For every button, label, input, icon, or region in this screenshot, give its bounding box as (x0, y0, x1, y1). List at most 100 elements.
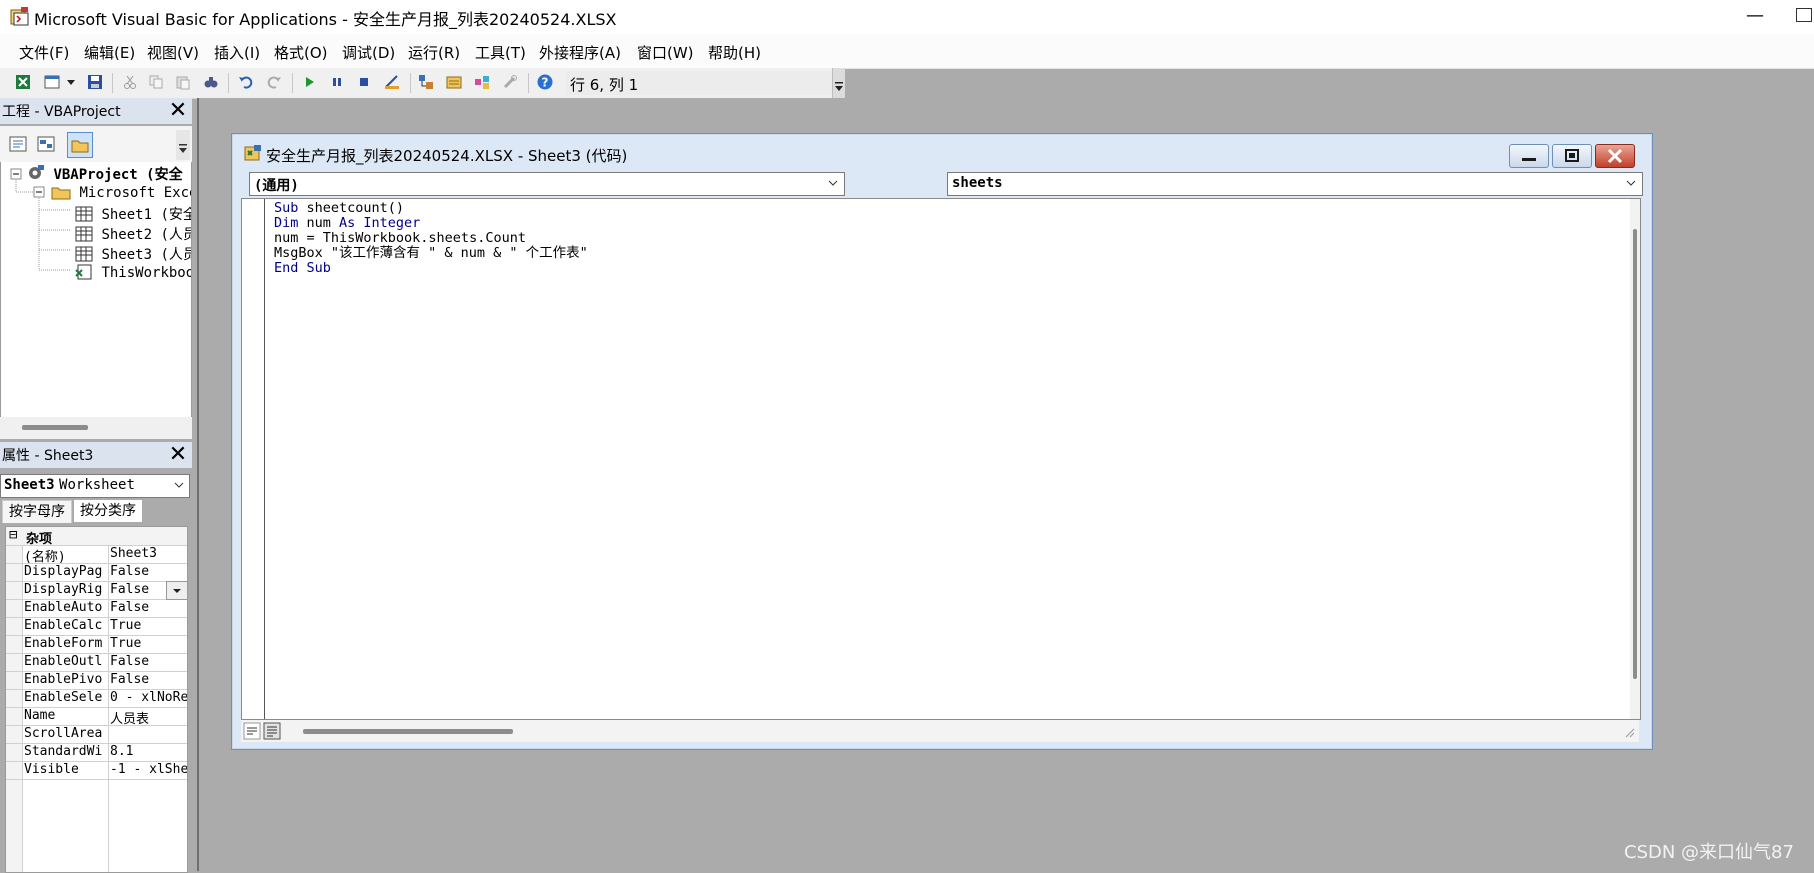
cursor-position: 行 6, 列 1 (570, 76, 639, 94)
property-row[interactable]: EnableAuto False (6, 599, 187, 618)
code-window-close-button[interactable] (1595, 144, 1635, 168)
resize-grip-icon[interactable] (1621, 724, 1635, 738)
procedure-combo[interactable]: sheets (947, 172, 1643, 196)
svg-text:?: ? (542, 76, 549, 90)
code-window-restore-button[interactable] (1552, 144, 1592, 168)
toolbox-icon[interactable] (502, 74, 518, 90)
object-combo[interactable]: (通用) (249, 172, 845, 196)
folder-icon (51, 187, 71, 200)
menu-format[interactable]: 格式(O) (274, 42, 328, 63)
code-line[interactable]: Dim num As Integer (274, 216, 588, 231)
maximize-button[interactable] (1796, 8, 1812, 22)
menu-file[interactable]: 文件(F) (19, 42, 69, 63)
collapse-icon[interactable]: ⊟ (9, 527, 17, 543)
property-row[interactable]: DisplayRig False (6, 581, 187, 600)
property-row[interactable]: ScrollArea (6, 725, 187, 744)
property-row[interactable]: DisplayPag False (6, 563, 187, 582)
minimize-icon (1522, 158, 1536, 161)
menu-insert[interactable]: 插入(I) (214, 42, 260, 63)
property-row[interactable]: StandardWi 8.1 (6, 743, 187, 762)
excel-icon[interactable] (15, 74, 31, 90)
property-row[interactable]: EnableSele 0 - xlNoRe (6, 689, 187, 708)
code-editor[interactable]: Sub sheetcount() Dim num As Integer num = … (241, 198, 1641, 720)
property-row[interactable]: EnableForm True (6, 635, 187, 654)
scroll-thumb[interactable] (22, 425, 88, 430)
find-icon[interactable] (203, 74, 219, 90)
menu-view[interactable]: 视图(V) (147, 42, 199, 63)
run-icon[interactable] (301, 74, 317, 90)
code-line[interactable]: MsgBox "该工作薄含有 " & num & " 个工作表" (274, 246, 588, 261)
property-row[interactable]: EnableCalc True (6, 617, 187, 636)
menu-debug[interactable]: 调试(D) (342, 42, 395, 63)
redo-icon[interactable] (266, 74, 282, 90)
tree-item-label: Microsoft Exce (79, 185, 192, 201)
help-icon[interactable]: ? (537, 74, 553, 90)
undo-icon[interactable] (238, 74, 254, 90)
full-module-view-icon[interactable] (263, 722, 281, 740)
insert-module-icon[interactable] (44, 74, 60, 90)
stop-icon[interactable] (356, 74, 372, 90)
properties-panel-title: 属性 - Sheet3 (2, 448, 94, 464)
menu-help[interactable]: 帮助(H) (708, 42, 761, 63)
scroll-thumb[interactable] (1633, 229, 1637, 679)
code-vertical-scrollbar[interactable] (1630, 199, 1640, 719)
worksheet-icon (75, 226, 93, 242)
property-dropdown-button[interactable] (166, 581, 187, 600)
toggle-folders-icon[interactable] (67, 132, 93, 158)
code-line[interactable]: Sub sheetcount() (274, 201, 588, 216)
code-token: num (298, 215, 340, 231)
properties-panel-close-icon[interactable]: ✕ (166, 443, 190, 467)
minimize-button[interactable]: — (1740, 4, 1770, 28)
menu-tools[interactable]: 工具(T) (475, 42, 526, 63)
procedure-view-icon[interactable] (243, 722, 261, 740)
toolbar-grip[interactable] (832, 68, 845, 98)
tree-item-sheet1[interactable]: Sheet1 (安全 (75, 204, 191, 224)
property-row[interactable]: EnableOutl False (6, 653, 187, 672)
code-horizontal-scroll-thumb[interactable] (303, 729, 513, 734)
tree-item-thisworkbook[interactable]: ThisWorkbook (75, 264, 191, 281)
view-code-icon[interactable] (6, 132, 30, 156)
design-mode-icon[interactable] (384, 74, 400, 90)
tree-item-sheet2[interactable]: Sheet2 (人员 (75, 224, 191, 244)
project-explorer-icon[interactable] (418, 74, 434, 90)
project-scroll-arrow-icon[interactable] (176, 130, 190, 160)
code-text[interactable]: Sub sheetcount() Dim num As Integer num = … (274, 201, 588, 276)
menu-run[interactable]: 运行(R) (408, 42, 460, 63)
tab-categorized[interactable]: 按分类序 (74, 500, 142, 522)
code-line[interactable]: num = ThisWorkbook.sheets.Count (274, 231, 588, 246)
cut-icon[interactable] (122, 74, 138, 90)
paste-icon[interactable] (175, 74, 191, 90)
tree-item-label: VBAProject (安全 (53, 167, 183, 183)
tree-item-vbaproject[interactable]: VBAProject (安全 (27, 164, 183, 184)
menu-addins[interactable]: 外接程序(A) (539, 42, 621, 63)
tab-alphabetic[interactable]: 按字母序 (2, 500, 72, 523)
title-bar: Microsoft Visual Basic for Applications … (0, 0, 1814, 34)
object-browser-icon[interactable] (474, 74, 490, 90)
save-icon[interactable] (87, 74, 103, 90)
tree-item-sheet3[interactable]: Sheet3 (人员 (75, 244, 191, 264)
restore-icon (1565, 149, 1579, 162)
watermark: CSDN @来口仙气87 (1624, 842, 1794, 863)
pause-icon[interactable] (329, 74, 345, 90)
code-line[interactable]: End Sub (274, 261, 588, 276)
tree-item-excel-objects[interactable]: Microsoft Exce (51, 184, 192, 201)
project-panel-close-icon[interactable]: ✕ (166, 99, 190, 123)
code-window-titlebar[interactable]: 安全生产月报_列表20240524.XLSX - Sheet3 (代码) (232, 134, 1652, 168)
code-window-minimize-button[interactable] (1509, 144, 1549, 168)
project-horizontal-scrollbar[interactable] (0, 417, 192, 439)
dropdown-icon[interactable] (66, 74, 76, 90)
property-row[interactable]: (名称) Sheet3 (6, 545, 187, 565)
project-toolbar (0, 126, 192, 162)
menu-edit[interactable]: 编辑(E) (84, 42, 135, 63)
code-margin[interactable] (242, 199, 265, 719)
property-row[interactable]: Visible -1 - xlShe (6, 761, 187, 780)
view-object-icon[interactable] (34, 132, 58, 156)
workbook-icon (75, 264, 92, 280)
property-row[interactable]: EnablePivo False (6, 671, 187, 690)
copy-icon[interactable] (148, 74, 164, 90)
properties-icon[interactable] (446, 74, 462, 90)
object-selector[interactable]: Sheet3 Worksheet (0, 474, 190, 498)
property-row[interactable]: Name 人员表 (6, 707, 187, 727)
menu-window[interactable]: 窗口(W) (637, 42, 694, 63)
property-category-row[interactable]: ⊟ 杂项 (6, 527, 187, 547)
